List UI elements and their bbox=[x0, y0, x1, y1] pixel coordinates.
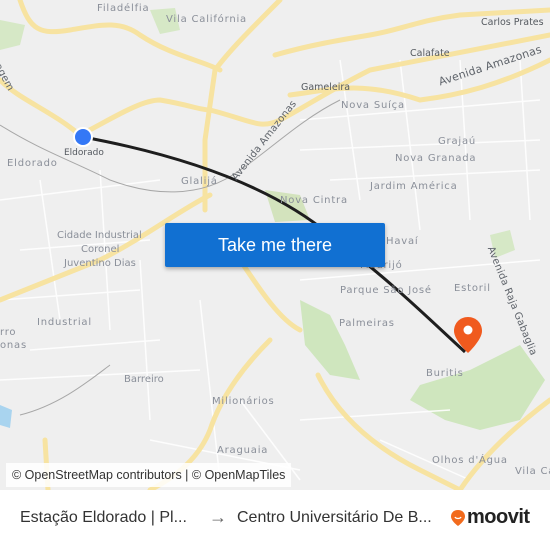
map[interactable]: Filadélfia Vila Califórnia Eldorado Glal… bbox=[0, 0, 550, 490]
origin-label: Eldorado bbox=[64, 148, 104, 158]
map-label: Nova Suíça bbox=[341, 100, 405, 111]
map-label: Cidade Industrial bbox=[57, 230, 142, 241]
map-label: rro bbox=[0, 327, 17, 338]
map-label: Juventino Dias bbox=[64, 258, 136, 269]
map-label: Grajaú bbox=[438, 136, 477, 147]
map-label: Calafate bbox=[410, 48, 450, 59]
moovit-logo: moovit bbox=[450, 506, 530, 529]
map-label: Estoril bbox=[454, 283, 491, 294]
map-label: Milionários bbox=[212, 396, 275, 407]
route-footer: Estação Eldorado | Pl... → Centro Univer… bbox=[0, 490, 550, 550]
map-label: Glalijá bbox=[181, 176, 218, 187]
map-label: Coronel bbox=[81, 244, 120, 255]
destination-pin-icon[interactable] bbox=[453, 316, 483, 354]
map-label: Vila Califórnia bbox=[166, 14, 247, 25]
map-label: Parque São José bbox=[340, 285, 432, 296]
map-attribution[interactable]: © OpenStreetMap contributors | © OpenMap… bbox=[6, 463, 292, 487]
map-label: Palmeiras bbox=[339, 318, 395, 329]
moovit-pin-icon bbox=[451, 509, 465, 526]
map-label: Nova Granada bbox=[395, 153, 477, 164]
map-label: Filadélfia bbox=[97, 3, 150, 14]
map-label: Nova Cintra bbox=[280, 195, 348, 206]
map-label: Barreiro bbox=[124, 374, 164, 385]
map-label: Araguaia bbox=[217, 445, 269, 456]
map-label: Eldorado bbox=[7, 158, 58, 169]
arrow-right-icon: → bbox=[209, 507, 227, 527]
origin-name: Estação Eldorado | Pl... bbox=[20, 509, 187, 526]
map-label: Gameleira bbox=[301, 82, 351, 93]
map-label: onas bbox=[0, 340, 27, 351]
map-label: Industrial bbox=[37, 317, 92, 328]
map-label: Vila Ca bbox=[515, 466, 550, 477]
brand-text: moovit bbox=[467, 506, 530, 528]
map-label: Olhos d'Água bbox=[432, 455, 508, 466]
map-label: Buritis bbox=[426, 368, 464, 379]
take-me-there-button[interactable]: Take me there bbox=[165, 223, 385, 267]
map-label: Havaí bbox=[386, 236, 419, 247]
origin-marker[interactable] bbox=[73, 127, 93, 147]
destination-name: Centro Universitário De B... bbox=[237, 509, 432, 526]
map-label: Jardim América bbox=[370, 181, 458, 192]
map-label: Carlos Prates bbox=[481, 17, 544, 28]
